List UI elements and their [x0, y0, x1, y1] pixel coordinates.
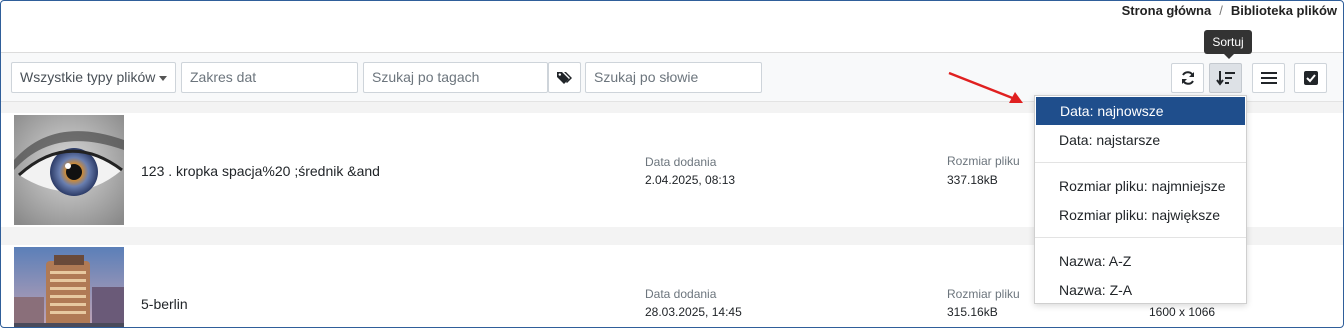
breadcrumb-current: Biblioteka plików — [1230, 3, 1337, 18]
sort-option-size-largest[interactable]: Rozmiar pliku: największe — [1035, 201, 1246, 229]
breadcrumb: Strona główna / Biblioteka plików — [1122, 3, 1337, 18]
file-name[interactable]: 5-berlin — [141, 296, 188, 312]
sort-option-name-za[interactable]: Nazwa: Z-A — [1035, 276, 1246, 304]
checkbox-icon — [1303, 71, 1318, 85]
sort-dropdown-menu: Data: najnowsze Data: najstarsze Rozmiar… — [1034, 95, 1247, 304]
file-size-label: Rozmiar pliku — [947, 287, 1020, 301]
date-added-value: 2.04.2025, 08:13 — [645, 173, 736, 187]
file-type-select[interactable]: Wszystkie typy plików — [11, 62, 176, 93]
sort-tooltip: Sortuj — [1204, 30, 1252, 59]
sort-option-name-az[interactable]: Nazwa: A-Z — [1035, 247, 1246, 275]
file-type-select-value: Wszystkie typy plików — [20, 69, 156, 85]
file-size-value: 337.18kB — [947, 173, 998, 187]
select-all-button[interactable] — [1294, 63, 1327, 93]
file-size-label: Rozmiar pliku — [947, 154, 1020, 168]
date-added-value: 28.03.2025, 14:45 — [645, 305, 742, 319]
tag-search-input[interactable]: Szukaj po tagach — [363, 62, 548, 93]
sort-option-date-oldest[interactable]: Data: najstarsze — [1035, 126, 1246, 154]
sort-icon — [1215, 71, 1235, 86]
refresh-icon — [1181, 71, 1194, 85]
date-added-label: Data dodania — [645, 155, 717, 169]
tags-button[interactable] — [548, 62, 581, 93]
caret-down-icon — [159, 76, 167, 81]
breadcrumb-separator: / — [1219, 3, 1223, 18]
refresh-button[interactable] — [1171, 63, 1204, 93]
menu-divider — [1035, 237, 1246, 238]
sort-option-size-smallest[interactable]: Rozmiar pliku: najmniejsze — [1035, 172, 1246, 200]
image-dimensions: 1600 x 1066 — [1149, 305, 1216, 319]
menu-divider — [1035, 162, 1246, 163]
file-thumbnail[interactable] — [14, 247, 124, 327]
file-name[interactable]: 123 . kropka spacja%20 ;średnik &and — [141, 163, 380, 179]
sort-option-date-newest[interactable]: Data: najnowsze — [1036, 97, 1245, 125]
date-added-label: Data dodania — [645, 287, 717, 301]
building-image — [14, 247, 124, 327]
date-range-input[interactable]: Zakres dat — [181, 62, 358, 93]
red-arrow-icon — [948, 71, 1023, 103]
app-frame: Strona główna / Biblioteka plików Wszyst… — [0, 0, 1344, 328]
sort-button[interactable] — [1209, 63, 1242, 93]
file-size-value: 315.16kB — [947, 305, 998, 319]
file-thumbnail[interactable] — [14, 115, 124, 225]
list-view-button[interactable] — [1252, 63, 1285, 93]
eye-image — [14, 115, 124, 225]
tags-icon — [556, 71, 572, 84]
breadcrumb-home[interactable]: Strona główna — [1122, 3, 1212, 18]
word-search-input[interactable]: Szukaj po słowie — [585, 62, 762, 93]
list-icon — [1260, 72, 1277, 84]
